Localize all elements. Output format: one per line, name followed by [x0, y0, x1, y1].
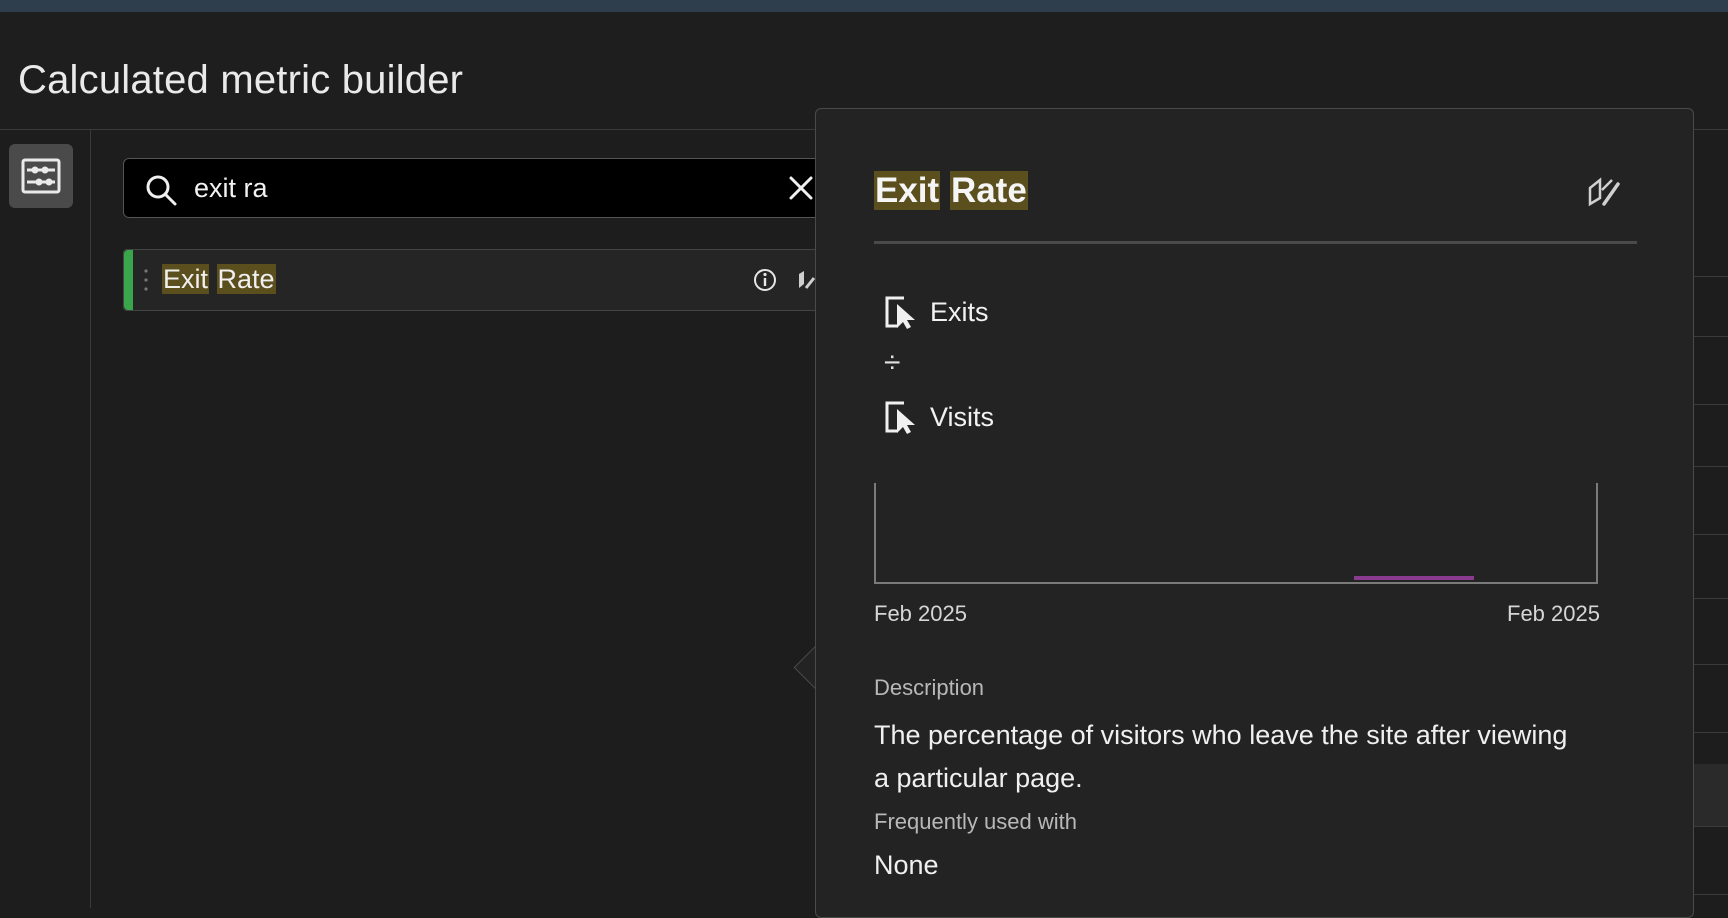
- edit-icon[interactable]: [1586, 174, 1622, 208]
- title-space: [940, 171, 950, 210]
- frequently-used-value: None: [874, 850, 939, 880]
- edit-icon[interactable]: [796, 268, 816, 292]
- trend-chart: [874, 483, 1598, 584]
- components-panel-icon: [21, 158, 61, 194]
- formula-denominator[interactable]: Visits: [884, 399, 994, 435]
- info-icon[interactable]: [752, 267, 778, 293]
- frequently-used-label: Frequently used with: [874, 809, 1077, 834]
- page-title: Calculated metric builder: [18, 58, 464, 102]
- metric-type-accent: [124, 250, 133, 310]
- search-input[interactable]: [194, 169, 774, 207]
- divider: [1690, 404, 1728, 405]
- title-divider: [874, 241, 1637, 244]
- divider: [1690, 598, 1728, 599]
- close-icon[interactable]: [788, 175, 814, 201]
- divider: [1690, 732, 1728, 733]
- metric-icon: [885, 296, 915, 329]
- highlight-match: Exit: [162, 264, 210, 294]
- trend-start-label: Feb 2025: [874, 601, 967, 626]
- divider: [1690, 894, 1728, 895]
- description-text: The percentage of visitors who leave the…: [874, 720, 1568, 793]
- drag-handle-icon[interactable]: [144, 268, 148, 292]
- right-panel-edge: [1690, 130, 1728, 908]
- divider: [1690, 276, 1728, 277]
- description-label: Description: [874, 675, 985, 700]
- divider: [1690, 664, 1728, 665]
- divider: [1690, 826, 1728, 827]
- search-field[interactable]: [123, 158, 823, 218]
- search-icon: [146, 175, 177, 206]
- divider: [1690, 534, 1728, 535]
- highlight-match: Rate: [216, 264, 276, 294]
- components-panel-button[interactable]: [9, 144, 73, 208]
- highlight-match: Rate: [949, 171, 1028, 210]
- formula-numerator[interactable]: Exits: [884, 294, 989, 330]
- divider: [1690, 336, 1728, 337]
- numerator-label: Exits: [930, 296, 989, 327]
- trend-end-label: Feb 2025: [1507, 601, 1600, 626]
- divider: [1690, 466, 1728, 467]
- result-item-exit-rate[interactable]: Exit Rate: [123, 249, 823, 311]
- result-label: Exit Rate: [162, 264, 276, 295]
- metric-details-popover: Exit Rate Exits ÷ Visits Feb 2025 Feb 20…: [815, 108, 1694, 918]
- row-highlight: [1690, 764, 1728, 826]
- left-rail: [0, 130, 91, 908]
- divide-operator: ÷: [884, 346, 901, 379]
- metric-icon: [885, 401, 915, 434]
- denominator-label: Visits: [930, 401, 995, 432]
- highlight-match: Exit: [874, 171, 941, 210]
- top-bar: [0, 0, 1728, 12]
- popover-title: Exit Rate: [874, 171, 1028, 211]
- label-space: [209, 264, 217, 294]
